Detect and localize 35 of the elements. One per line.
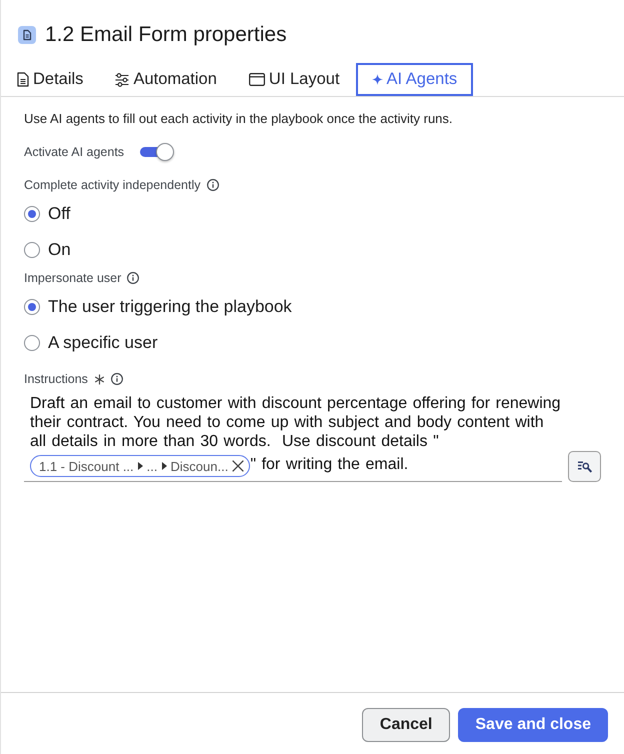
field-label: Instructions: [24, 371, 88, 388]
list-search-icon: [578, 460, 592, 472]
radio-button[interactable]: [24, 299, 40, 315]
sparkle-icon: [372, 74, 383, 85]
tab[interactable]: AI Agents: [356, 63, 474, 96]
window-icon: [248, 73, 265, 86]
option-label[interactable]: On: [48, 238, 71, 262]
info-icon[interactable]: [206, 179, 218, 191]
variable-picker-button[interactable]: [568, 451, 601, 482]
description-text: Use AI agents to fill out each activity in the playbook once the activity runs.: [24, 110, 454, 128]
save-button[interactable]: Save and close: [458, 708, 608, 742]
radio-button[interactable]: [24, 206, 40, 222]
info-icon[interactable]: [110, 373, 123, 385]
instructions-field[interactable]: [24, 394, 562, 482]
document-icon: [17, 72, 29, 87]
toggle-switch[interactable]: [140, 143, 174, 161]
option-label[interactable]: Off: [48, 202, 70, 226]
radio-button[interactable]: [24, 335, 40, 351]
option-label[interactable]: A specific user: [48, 331, 158, 355]
option-label[interactable]: The user triggering the playbook: [48, 295, 292, 319]
instructions-text: Draft an email to customer with discount percentage offering for renewing their contract. You need to come up with subject and body content with all details in more than 30 words. Use discount details ": [30, 395, 562, 450]
close-icon[interactable]: [232, 460, 244, 472]
variable-chip[interactable]: 1.1 - Discount ... ... Discoun...: [30, 455, 250, 477]
caret-right-icon: [138, 462, 143, 470]
sliders-icon: [115, 72, 130, 86]
field-label: Complete activity independently: [24, 177, 200, 194]
radio-button[interactable]: [24, 242, 40, 258]
document-icon: [18, 26, 36, 44]
instructions-text: " for writing the email.: [250, 456, 408, 474]
cancel-button[interactable]: Cancel: [362, 708, 450, 742]
toggle-label: Activate AI agents: [24, 144, 124, 161]
field-label: Impersonate user: [24, 270, 122, 287]
panel-title: 1.2 Email Form properties: [45, 22, 287, 48]
caret-right-icon: [162, 462, 166, 470]
info-icon[interactable]: [127, 272, 140, 284]
